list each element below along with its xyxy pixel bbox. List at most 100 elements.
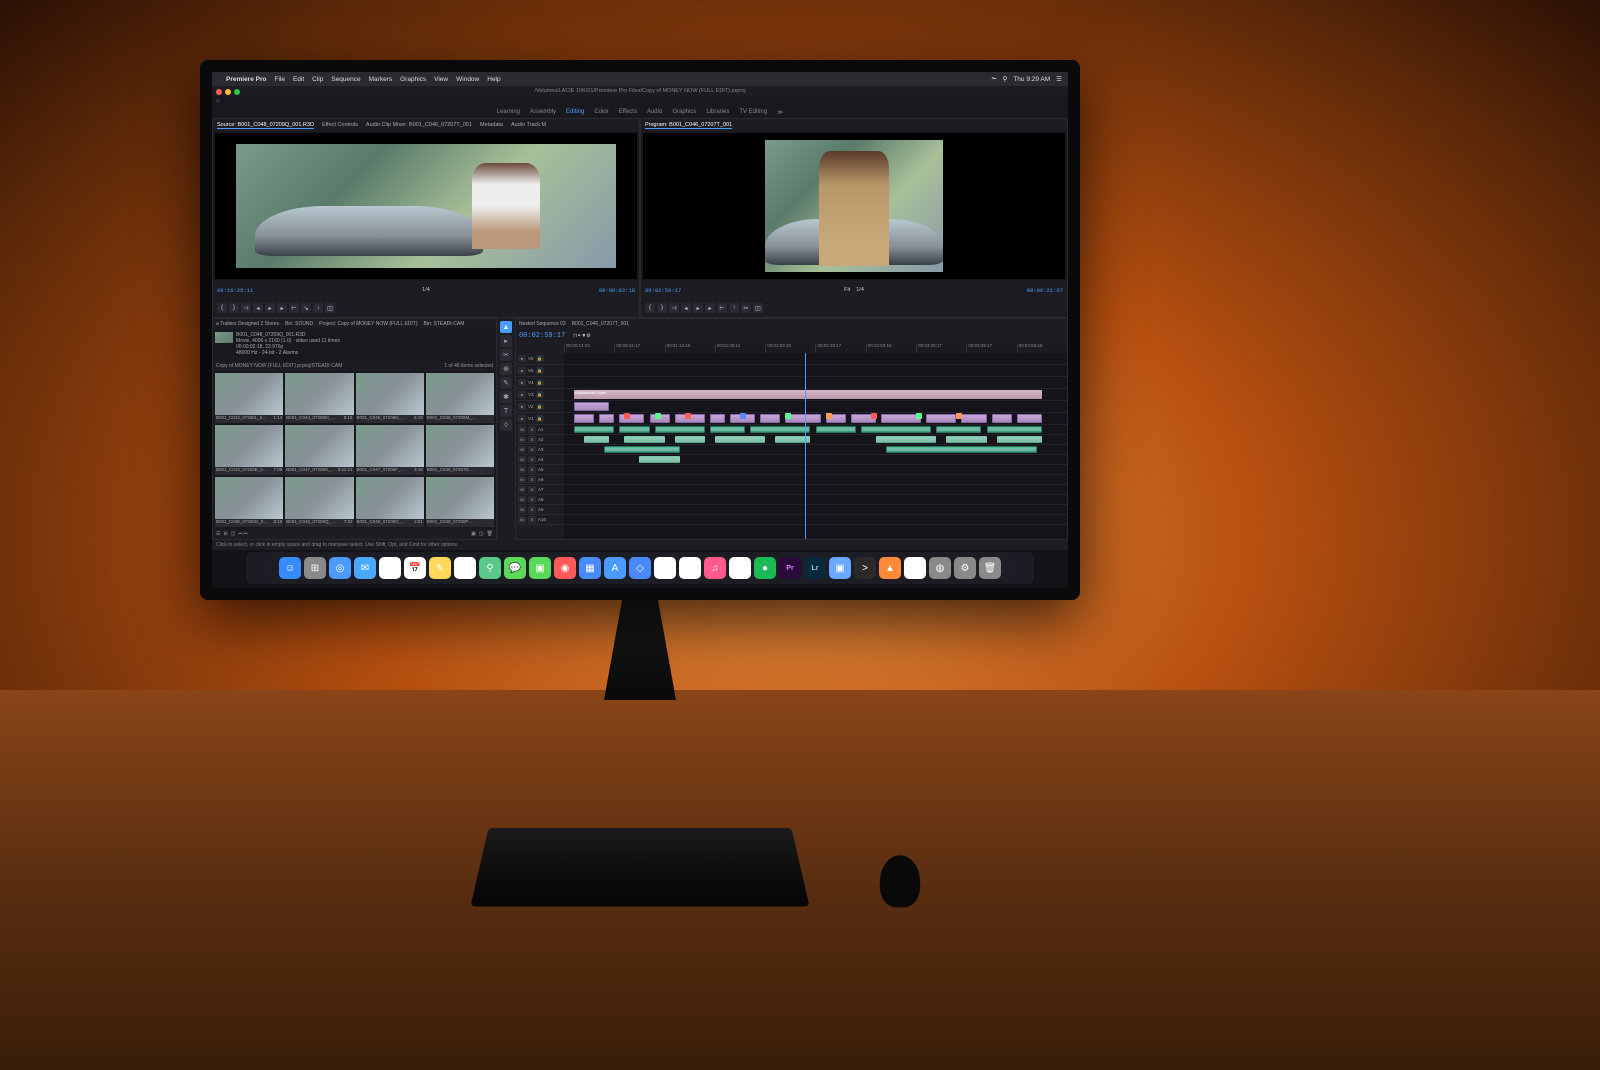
track-mute-icon[interactable]: M (518, 466, 526, 473)
home-icon[interactable]: ⌂ (216, 98, 220, 104)
menu-clip[interactable]: Clip (312, 76, 323, 83)
audio-track-header[interactable]: MSA4 (516, 455, 564, 465)
menu-window[interactable]: Window (456, 76, 479, 83)
workspace-learning[interactable]: Learning (497, 109, 520, 115)
dock-photos[interactable]: ✿ (379, 557, 401, 579)
source-tc-out[interactable]: 00:00:03:18 (599, 287, 635, 294)
video-clip[interactable] (760, 414, 780, 423)
tool-6[interactable]: T (500, 405, 512, 417)
spotlight-icon[interactable]: ⚲ (1003, 75, 1008, 83)
tab-main-seq[interactable]: B001_C046_07207T_001 (572, 321, 629, 327)
track-toggle-output[interactable]: ● (518, 403, 526, 410)
video-track-header[interactable]: ●V2🔒 (516, 401, 564, 413)
new-bin-icon[interactable]: ▣ (471, 531, 476, 537)
wifi-icon[interactable]: ⏦ (991, 75, 996, 83)
tab-effect-controls[interactable]: Effect Controls (322, 122, 358, 128)
item-thumb[interactable] (215, 332, 233, 343)
audio-track-header[interactable]: MSA1 (516, 425, 564, 435)
step-fwd-button[interactable]: ▸ (705, 303, 715, 313)
tab-steadicam-bin[interactable]: Bin: STEADI-CAM (424, 321, 465, 327)
clip-adjustment[interactable]: Adjustment Layer (574, 390, 1042, 399)
timeline-content[interactable]: Adjustment Layer (564, 353, 1067, 539)
audio-track-row[interactable] (564, 445, 1067, 455)
video-clip[interactable] (574, 414, 594, 423)
timeline-marker[interactable] (871, 413, 877, 419)
dock-media-player[interactable]: ▸ (904, 557, 926, 579)
track-mute-icon[interactable]: M (518, 456, 526, 463)
track-mute-icon[interactable]: M (518, 476, 526, 483)
video-track-header[interactable]: ●V1🔒 (516, 413, 564, 425)
go-to-out-button[interactable]: ⊢ (289, 303, 299, 313)
video-clip[interactable] (619, 414, 644, 423)
play-button[interactable]: ▸ (265, 303, 275, 313)
audio-clip[interactable] (861, 426, 931, 433)
track-lock-icon[interactable]: 🔒 (536, 403, 544, 410)
step-back-button[interactable]: ◂ (253, 303, 263, 313)
clip-thumbnail[interactable]: B001_C047_07206F_…3:18 (356, 425, 424, 475)
dock-vlc[interactable]: ▲ (879, 557, 901, 579)
audio-clip[interactable] (675, 436, 705, 443)
menu-graphics[interactable]: Graphics (400, 76, 426, 83)
audio-clip[interactable] (584, 436, 609, 443)
track-solo-icon[interactable]: S (528, 466, 536, 473)
dock-music[interactable]: ♪ (729, 557, 751, 579)
timeline-marker[interactable] (785, 413, 791, 419)
video-track-row[interactable] (564, 401, 1067, 413)
dock-launchpad[interactable]: ⊞ (304, 557, 326, 579)
mark-out-button[interactable]: } (657, 303, 667, 313)
export-frame-button[interactable]: ◫ (753, 303, 763, 313)
audio-clip[interactable] (886, 446, 1037, 453)
app-name[interactable]: Premiere Pro (226, 76, 266, 83)
workspace-assembly[interactable]: Assembly (530, 109, 556, 115)
timeline-marker[interactable] (956, 413, 962, 419)
track-lock-icon[interactable]: 🔒 (536, 391, 544, 398)
audio-track-header[interactable]: MSA7 (516, 485, 564, 495)
icon-view-icon[interactable]: ⊞ (223, 531, 227, 537)
audio-track-header[interactable]: MSA10 (516, 515, 564, 525)
clip-thumbnail[interactable]: B001_C046_07206M_… (426, 373, 494, 423)
dock-dropbox[interactable]: ◇ (629, 557, 651, 579)
dock-terminal[interactable]: > (854, 557, 876, 579)
maximize-window-button[interactable] (234, 89, 240, 95)
tool-5[interactable]: ✱ (500, 391, 512, 403)
track-toggle-output[interactable]: ● (518, 355, 526, 362)
audio-clip[interactable] (639, 456, 679, 463)
video-clip[interactable] (926, 414, 956, 423)
track-lock-icon[interactable]: 🔒 (536, 367, 544, 374)
timeline-timecode[interactable]: 00:02:59:17 (519, 332, 565, 340)
workspace-audio[interactable]: Audio (647, 109, 662, 115)
audio-track-row[interactable] (564, 425, 1067, 435)
track-lock-icon[interactable]: 🔒 (536, 415, 544, 422)
tab-trailers[interactable]: a Trailers Designed 2 Stores (216, 321, 279, 327)
track-solo-icon[interactable]: S (528, 496, 536, 503)
track-toggle-output[interactable]: ● (518, 391, 526, 398)
dock-premiere[interactable]: Pr (779, 557, 801, 579)
clip-thumbnail[interactable]: B001_C049_07208F… (426, 477, 494, 527)
video-track-header[interactable]: ●V6🔒 (516, 353, 564, 365)
dock-spotify[interactable]: ● (754, 557, 776, 579)
video-track-header[interactable]: ●V5🔒 (516, 365, 564, 377)
menubar-clock[interactable]: Thu 9:29 AM (1013, 76, 1050, 83)
audio-track-row[interactable] (564, 485, 1067, 495)
menu-help[interactable]: Help (487, 76, 500, 83)
timeline-marker[interactable] (740, 413, 746, 419)
go-to-in-button[interactable]: ⊣ (669, 303, 679, 313)
menu-edit[interactable]: Edit (293, 76, 304, 83)
mark-out-button[interactable]: } (229, 303, 239, 313)
freeform-view-icon[interactable]: ◫ (231, 531, 236, 537)
timeline-marker[interactable] (624, 413, 630, 419)
audio-track-row[interactable] (564, 435, 1067, 445)
track-mute-icon[interactable]: M (518, 436, 526, 443)
audio-clip[interactable] (997, 436, 1042, 443)
program-viewer[interactable] (643, 133, 1065, 279)
export-frame-button[interactable]: ◫ (325, 303, 335, 313)
track-mute-icon[interactable]: M (518, 496, 526, 503)
source-fit-dropdown[interactable]: 1/4 (422, 287, 430, 293)
insert-button[interactable]: ↘ (301, 303, 311, 313)
timeline-marker[interactable] (655, 413, 661, 419)
go-to-in-button[interactable]: ⊣ (241, 303, 251, 313)
workspace-effects[interactable]: Effects (619, 109, 637, 115)
clip-thumbnail[interactable]: B001_C043_07203E_0…7:09 (215, 425, 283, 475)
video-track-row[interactable]: Adjustment Layer (564, 389, 1067, 401)
track-solo-icon[interactable]: S (528, 506, 536, 513)
